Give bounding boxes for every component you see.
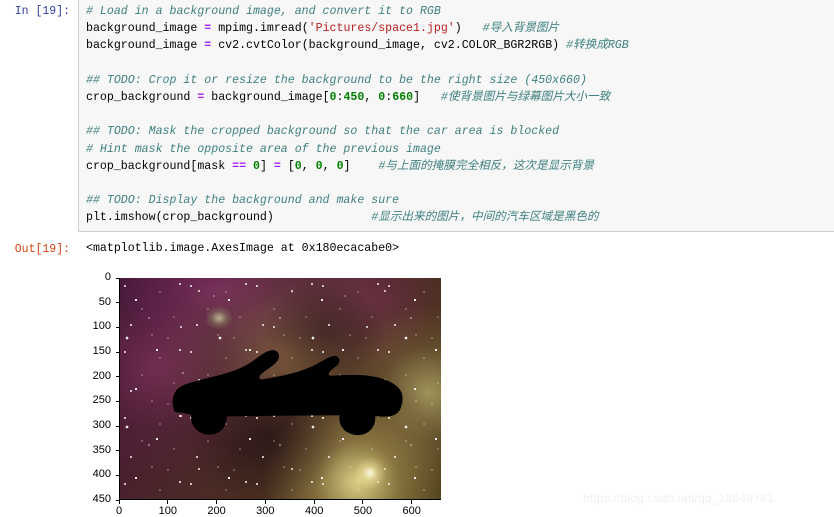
output-prompt-label: Out[19]: <box>14 243 70 256</box>
y-tick-mark <box>115 302 119 304</box>
x-tick-mark <box>118 500 120 504</box>
x-tick-mark <box>167 500 169 504</box>
code-token: background_image[ <box>204 90 330 104</box>
code-comment: ## TODO: Mask the cropped background so … <box>86 125 560 139</box>
code-line: background_image = mpimg.imread('Picture… <box>86 20 834 37</box>
y-tick-label: 150 <box>92 345 111 357</box>
code-line: crop_background[mask == 0] = [0, 0, 0] #… <box>86 158 834 175</box>
code-token: , <box>364 90 379 104</box>
y-axis-spine <box>119 278 120 500</box>
code-token: #与上面的掩膜完全相反，这次是显示背景 <box>378 159 594 173</box>
y-tick-mark <box>115 376 119 378</box>
code-token: crop_background <box>86 90 198 104</box>
y-tick-label: 50 <box>98 295 111 308</box>
y-tick-mark <box>115 474 119 476</box>
y-tick-mark <box>115 450 119 452</box>
y-tick-label: 400 <box>92 468 111 481</box>
x-tick-mark <box>264 500 266 504</box>
code-line: ## TODO: Display the background and make… <box>86 192 834 209</box>
code-source[interactable]: # Load in a background image, and conver… <box>86 3 834 226</box>
y-tick-mark <box>115 351 119 353</box>
code-token: #显示出来的图片，中间的汽车区域是黑色的 <box>371 211 599 225</box>
car-silhouette-mask <box>172 350 403 436</box>
code-token: crop_background[mask <box>86 159 233 173</box>
code-token: mpimg.imread( <box>211 22 309 36</box>
code-token: = <box>273 159 281 173</box>
y-tick-mark <box>115 277 119 279</box>
code-token: cv2.cvtColor(background_image, cv2.COLOR… <box>211 39 567 53</box>
code-token: ] <box>343 159 379 173</box>
code-line: # Load in a background image, and conver… <box>86 3 834 20</box>
y-tick-mark <box>115 425 119 427</box>
code-token: #使背景图片与绿幕图片大小一致 <box>440 90 611 104</box>
code-comment: ## TODO: Display the background and make… <box>86 194 400 208</box>
code-token: [ <box>280 159 295 173</box>
code-token: 0 <box>336 159 344 173</box>
code-line: background_image = cv2.cvtColor(backgrou… <box>86 37 834 54</box>
code-token: background_image <box>86 22 205 36</box>
x-tick-mark <box>313 500 315 504</box>
code-token: == <box>232 159 247 173</box>
code-token: , <box>301 159 316 173</box>
code-token: 660 <box>392 90 414 104</box>
y-tick-label: 200 <box>92 369 111 382</box>
code-token: ) <box>454 22 483 36</box>
x-tick-mark <box>362 500 364 504</box>
code-token: background_image <box>86 39 205 53</box>
input-prompt-label: In [19]: <box>14 5 70 18</box>
code-token: , <box>322 159 337 173</box>
code-token: 0 <box>294 159 302 173</box>
x-tick-label: 0 <box>115 505 123 517</box>
code-line: ## TODO: Crop it or resize the backgroun… <box>86 72 834 89</box>
x-tick-label: 100 <box>158 505 177 517</box>
x-tick-label: 500 <box>353 505 373 517</box>
y-tick-label: 350 <box>92 443 111 456</box>
code-token: 'Pictures/space1.jpg' <box>308 22 455 36</box>
code-token: ] <box>413 90 441 104</box>
code-line: plt.imshow(crop_background) #显示出来的图片，中间的… <box>86 209 834 226</box>
y-tick-label: 250 <box>92 394 111 407</box>
code-token: plt.imshow(crop_background) <box>86 211 372 225</box>
code-line: ## TODO: Mask the cropped background so … <box>86 123 834 140</box>
y-tick-label: 300 <box>92 419 111 431</box>
csdn-watermark: https://blog.csdn.net/qq_18649781 <box>583 491 774 505</box>
code-token: #导入背景图片 <box>482 22 560 36</box>
code-comment: ## TODO: Crop it or resize the backgroun… <box>86 73 587 87</box>
output-repr-text: <matplotlib.image.AxesImage at 0x180ecac… <box>86 242 400 255</box>
code-comment: # Load in a background image, and conver… <box>86 5 441 18</box>
x-tick-mark <box>216 500 218 504</box>
code-line: crop_background = background_image[0:450… <box>86 89 834 106</box>
code-token: 0 <box>329 90 337 104</box>
y-tick-label: 0 <box>104 271 111 283</box>
x-tick-label: 300 <box>256 505 275 517</box>
y-tick-mark <box>115 326 119 328</box>
x-tick-label: 400 <box>304 505 324 517</box>
x-tick-mark <box>411 500 413 504</box>
code-line: # Hint mask the opposite area of the pre… <box>86 141 834 158</box>
code-token: ] <box>259 159 274 173</box>
code-token: 450 <box>343 90 365 104</box>
code-comment: # Hint mask the opposite area of the pre… <box>86 142 441 156</box>
notebook-page: In [19]: # Load in a background image, a… <box>0 0 834 517</box>
plot-image-area <box>119 278 441 500</box>
code-token: 0 <box>253 159 260 173</box>
matplotlib-figure: 0 50 100 150 200 250 300 350 400 450 0 100 200 300 40… <box>75 268 445 517</box>
x-tick-label: 600 <box>402 505 421 517</box>
y-tick-mark <box>115 400 119 402</box>
x-tick-label: 200 <box>207 505 226 517</box>
code-token: #转换成RGB <box>566 39 629 53</box>
y-tick-label: 450 <box>92 493 111 505</box>
y-tick-label: 100 <box>92 320 111 333</box>
code-token: 0 <box>315 159 323 173</box>
